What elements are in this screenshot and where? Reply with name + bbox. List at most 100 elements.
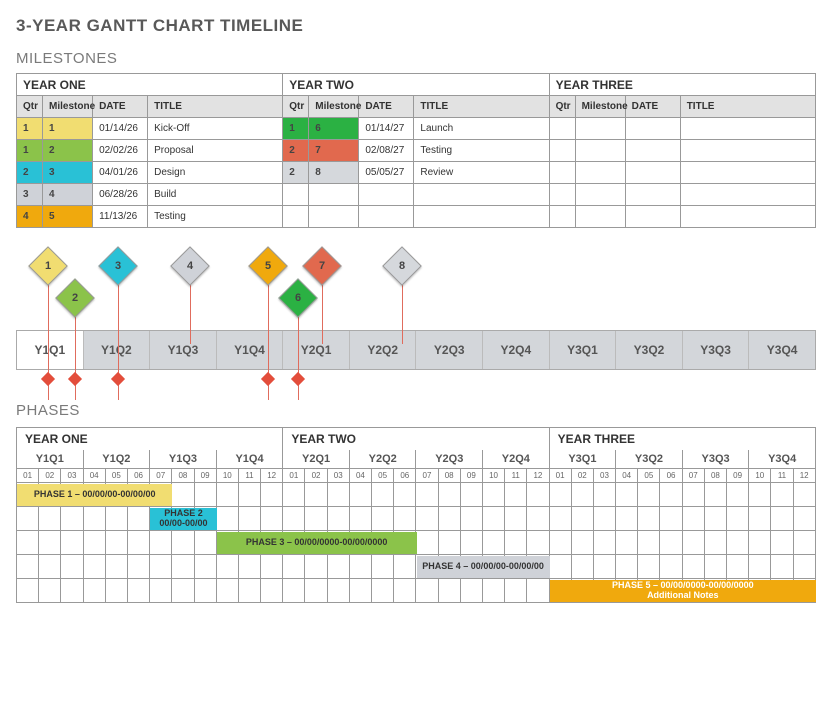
phase-cell [794, 483, 816, 507]
col-qtr: Qtr [549, 96, 575, 118]
date-cell: 02/08/27 [359, 140, 414, 162]
qtr-cell: 2 [283, 162, 309, 184]
date-cell: 01/14/26 [93, 118, 148, 140]
phase-quarter: Y2Q3 [416, 450, 483, 469]
milestone-cell: 1 [43, 118, 93, 140]
phase-month: 01 [283, 469, 305, 483]
phase-month: 06 [394, 469, 416, 483]
phase-quarter: Y2Q1 [283, 450, 350, 469]
phase-cell [527, 579, 549, 603]
milestone-stem [75, 308, 76, 400]
phase-month: 06 [660, 469, 682, 483]
title-cell [680, 184, 815, 206]
phase-month: 11 [771, 469, 793, 483]
phase-month: 04 [84, 469, 106, 483]
phase-cell [638, 555, 660, 579]
phase-quarter: Y3Q2 [616, 450, 683, 469]
date-cell: 11/13/26 [93, 206, 148, 228]
phase-cell [195, 579, 217, 603]
phase-cell [505, 483, 527, 507]
phase-cell [39, 531, 61, 555]
phase-row: PHASE 1 – 00/00/00-00/00/00 [16, 483, 816, 507]
phase-cell [394, 555, 416, 579]
phase-cell [527, 483, 549, 507]
phase-cell [683, 555, 705, 579]
title-cell [680, 206, 815, 228]
phase-cell [350, 507, 372, 531]
phase-cell [572, 531, 594, 555]
phase-bar: PHASE 1 – 00/00/00-00/00/00 [17, 484, 172, 506]
milestone-cell: 8 [309, 162, 359, 184]
phase-cell [372, 483, 394, 507]
milestone-cell [575, 140, 625, 162]
col-qtr: Qtr [283, 96, 309, 118]
milestone-cell [575, 184, 625, 206]
milestone-cell [575, 118, 625, 140]
phase-cell [727, 555, 749, 579]
phase-cell [217, 507, 239, 531]
phase-cell [550, 531, 572, 555]
phase-quarter: Y1Q3 [150, 450, 217, 469]
phase-cell [439, 531, 461, 555]
date-cell: 06/28/26 [93, 184, 148, 206]
milestone-stem [298, 308, 299, 400]
phase-cell [150, 579, 172, 603]
milestone-cell: 7 [309, 140, 359, 162]
milestone-drop-icon [68, 372, 82, 386]
phase-cell [505, 531, 527, 555]
milestone-cell: 4 [43, 184, 93, 206]
phase-month: 02 [572, 469, 594, 483]
phase-month: 05 [106, 469, 128, 483]
milestone-stem [322, 276, 323, 344]
phase-cell [261, 483, 283, 507]
phase-cell [84, 555, 106, 579]
phase-cell [705, 531, 727, 555]
milestone-cell: 6 [309, 118, 359, 140]
date-cell [625, 184, 680, 206]
phase-year-two: YEAR TWO [283, 428, 549, 450]
phase-quarter: Y1Q2 [84, 450, 151, 469]
phase-cell [727, 483, 749, 507]
phase-cell [84, 531, 106, 555]
qtr-cell: 2 [17, 162, 43, 184]
phase-cell [483, 531, 505, 555]
milestone-drop-icon [261, 372, 275, 386]
timeline: Y1Q1Y1Q2Y1Q3Y1Q4Y2Q1Y2Q2Y2Q3Y2Q4Y3Q1Y3Q2… [16, 242, 816, 402]
phase-month: 04 [350, 469, 372, 483]
quarter-label: Y2Q2 [350, 331, 417, 369]
phase-cell [527, 531, 549, 555]
phase-cell [660, 483, 682, 507]
date-cell: 04/01/26 [93, 162, 148, 184]
phase-cell [17, 531, 39, 555]
phase-cell [727, 531, 749, 555]
quarter-label: Y2Q4 [483, 331, 550, 369]
milestone-diamond-icon: 4 [170, 246, 210, 286]
phase-cell [261, 579, 283, 603]
phase-cell [150, 531, 172, 555]
phase-cell [550, 555, 572, 579]
phase-cell [106, 507, 128, 531]
phase-cell [794, 531, 816, 555]
phase-cell [350, 579, 372, 603]
phase-cell [61, 507, 83, 531]
phase-cell [749, 483, 771, 507]
quarter-label: Y3Q3 [683, 331, 750, 369]
phase-cell [749, 555, 771, 579]
phase-cell [195, 555, 217, 579]
phase-month: 03 [61, 469, 83, 483]
title-cell: Testing [414, 140, 549, 162]
milestone-cell [309, 184, 359, 206]
phase-cell [771, 555, 793, 579]
year-three-header: YEAR THREE [549, 74, 815, 96]
phase-cell [106, 531, 128, 555]
date-cell [625, 206, 680, 228]
phase-cell [328, 483, 350, 507]
phase-cell [350, 483, 372, 507]
phase-cell [749, 531, 771, 555]
phase-cell [660, 555, 682, 579]
phase-month: 01 [550, 469, 572, 483]
quarter-label: Y1Q4 [217, 331, 284, 369]
phase-cell [550, 507, 572, 531]
phase-cell [239, 507, 261, 531]
phases-grid: YEAR ONE YEAR TWO YEAR THREE Y1Q1Y1Q2Y1Q… [16, 427, 816, 603]
